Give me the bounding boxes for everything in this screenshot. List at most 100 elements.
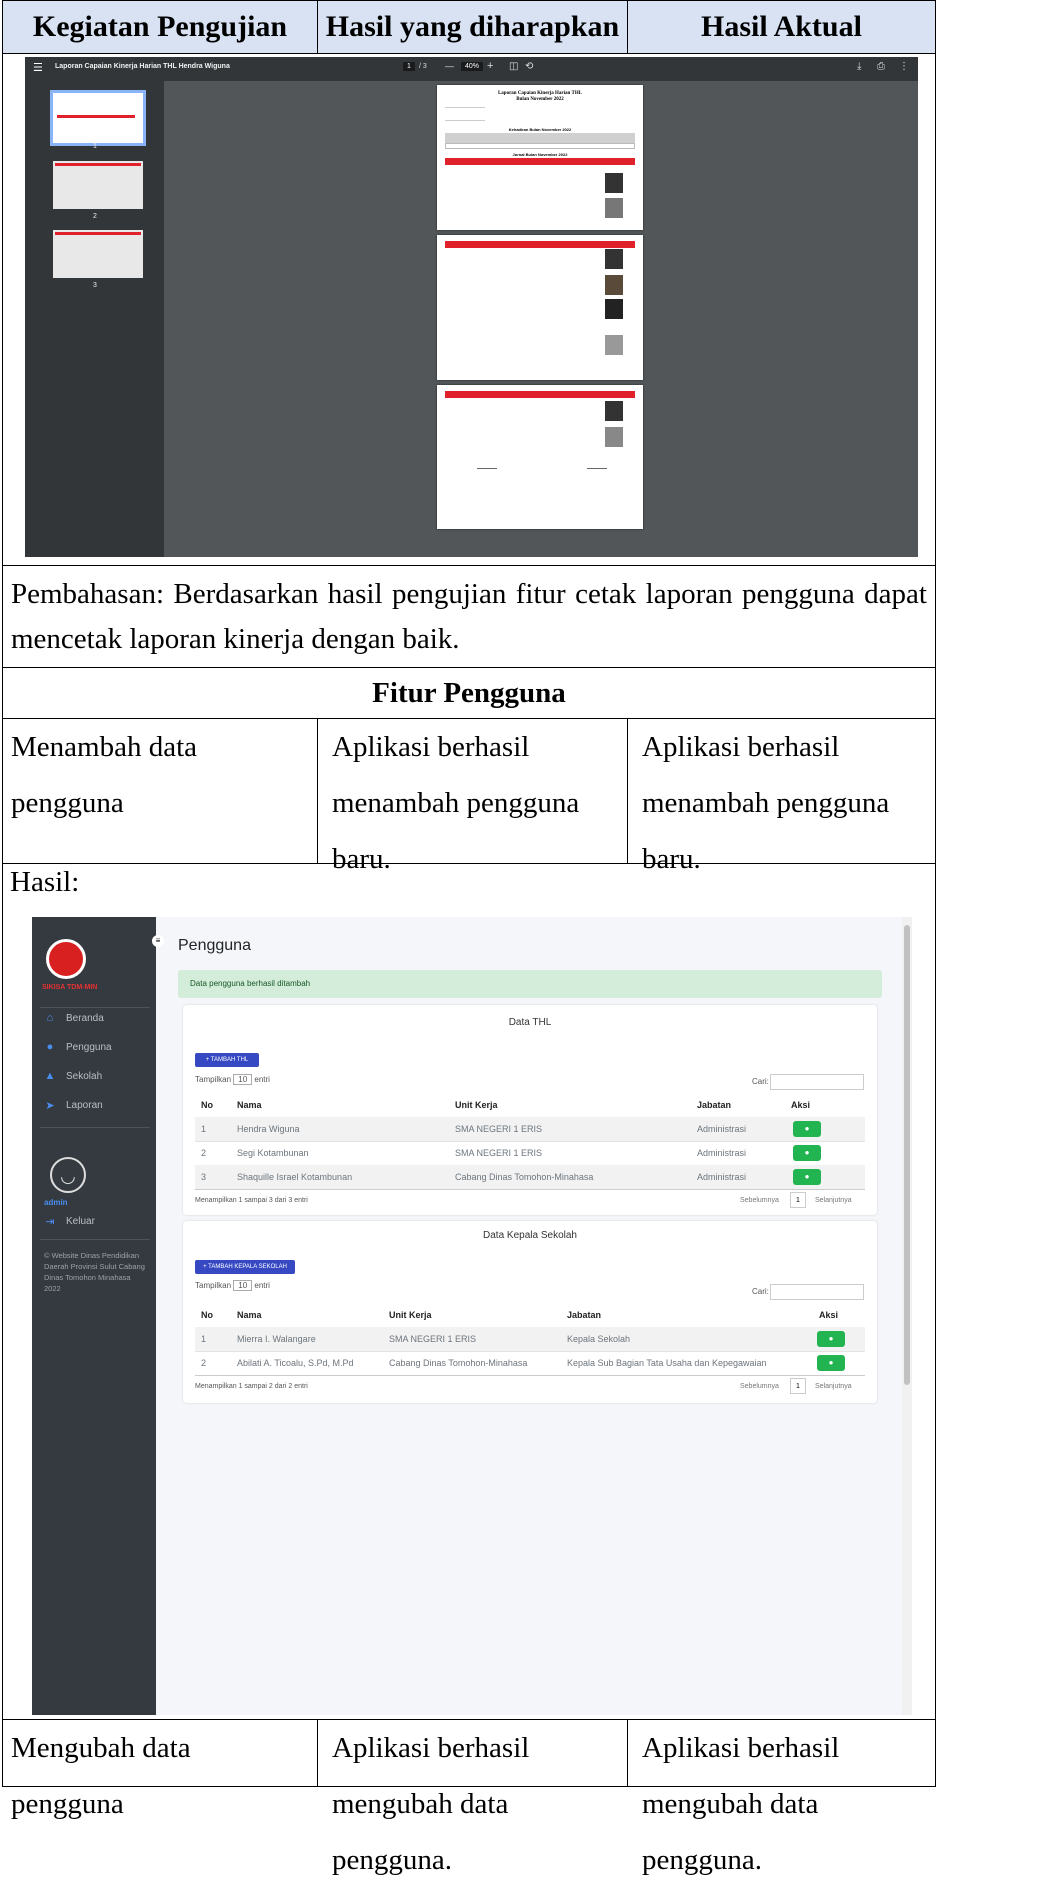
sidebar-item-laporan[interactable]: ➤ Laporan (44, 1099, 102, 1112)
sidebar-item-pengguna[interactable]: ● Pengguna (44, 1041, 112, 1053)
logout-icon: ⇥ (45, 1216, 55, 1228)
thumbnail-page-1[interactable] (50, 90, 146, 146)
kepsek-length-select[interactable]: 10 (233, 1280, 253, 1291)
attendance-header (445, 133, 635, 143)
add-thl-button[interactable]: + TAMBAH THL (195, 1053, 259, 1067)
thl-info: Menampilkan 1 sampai 3 dari 3 entri (195, 1197, 308, 1204)
sidebar-divider-2 (40, 1127, 150, 1128)
print-icon[interactable]: ⎙ (877, 61, 885, 72)
thl-search-label: Cari: (752, 1077, 769, 1086)
brand-logo (46, 939, 86, 979)
sidebar-label-sekolah: Sekolah (66, 1070, 103, 1082)
sidebar-item-sekolah[interactable]: ▲ Sekolah (44, 1070, 103, 1082)
thumbnail-page-3[interactable] (53, 230, 143, 278)
table-row: 3 Shaquille Israel Kotambunan Cabang Dinas… (195, 1165, 865, 1190)
view-eye-icon[interactable]: ● (817, 1355, 845, 1371)
attendance-row (445, 143, 635, 149)
zoom-input[interactable]: 40% (461, 62, 484, 71)
report-subtitle: Bulan November 2022 (516, 97, 564, 102)
thl-row3-nama: Shaquille Israel Kotambunan (237, 1172, 353, 1182)
schedule-heading: Jurnal Bulan November 2022 (512, 152, 568, 157)
kepsek-col-no: No (201, 1310, 213, 1320)
user-name: admin (44, 1198, 68, 1207)
kepsek-page-button[interactable]: 1 (790, 1378, 806, 1394)
view-eye-icon[interactable]: ● (793, 1145, 821, 1161)
thl-show-prefix: Tampilkan (195, 1075, 232, 1084)
thumbnail-page-2[interactable] (53, 161, 143, 209)
avatar-icon: ◡ (50, 1157, 86, 1193)
zoom-out-button[interactable]: — (445, 61, 454, 71)
scrollbar[interactable] (902, 917, 912, 1715)
thl-col-no: No (201, 1100, 213, 1110)
success-alert: Data pengguna berhasil ditambah (178, 970, 882, 998)
logout-link[interactable]: ⇥ Keluar (44, 1215, 95, 1228)
thl-prev-button[interactable]: Sebelumnya (740, 1197, 779, 1204)
view-eye-icon[interactable]: ● (793, 1169, 821, 1185)
photo-3 (605, 249, 623, 269)
table-row: 2 Abilati A. Ticoalu, S.Pd, M.Pd Cabang Di… (195, 1351, 865, 1376)
page-total: / 3 (419, 63, 427, 70)
thl-row1-nama: Hendra Wiguna (237, 1124, 300, 1134)
pdf-title: Laporan Capaian Kinerja Harian THL Hendr… (55, 63, 230, 70)
kepsek-row2-nama: Abilati A. Ticoalu, S.Pd, M.Pd (237, 1358, 354, 1368)
kepsek-search-input[interactable] (770, 1284, 864, 1300)
thl-row3-no: 3 (201, 1172, 207, 1182)
thl-length-select[interactable]: 10 (233, 1074, 253, 1085)
rotate-icon[interactable]: ⟲ (525, 61, 533, 72)
pdf-page-3 (437, 385, 643, 529)
thl-row2-unit: SMA NEGERI 1 ERIS (455, 1148, 543, 1158)
fit-page-icon[interactable]: ◫ (509, 61, 518, 72)
admin-app: SIKISA TDM-MIN ≡ ⌂ Beranda ● Pengguna ▲ Sek… (32, 917, 912, 1715)
download-icon[interactable]: ⤓ (857, 61, 861, 72)
photo-4 (605, 275, 623, 295)
edit-kegiatan: Mengubah data pengguna (2, 1719, 318, 1820)
kepsek-table-header[interactable]: No Nama Unit Kerja Jabatan Aksi (195, 1303, 865, 1328)
thl-row2-no: 2 (201, 1148, 207, 1158)
scrollbar-thumb[interactable] (904, 925, 910, 1385)
kepsek-col-jabatan: Jabatan (567, 1310, 602, 1320)
kepsek-col-nama: Nama (237, 1310, 262, 1320)
sidebar-toggle-icon[interactable]: ≡ (152, 935, 164, 947)
sidebar-item-beranda[interactable]: ⌂ Beranda (44, 1012, 104, 1024)
thl-length-label: Tampilkan 10 entri (195, 1074, 270, 1085)
thl-row1-no: 1 (201, 1124, 207, 1134)
zoom-in-button[interactable]: + (487, 60, 493, 72)
thl-row1-unit: SMA NEGERI 1 ERIS (455, 1124, 543, 1134)
thl-show-suffix: entri (254, 1075, 270, 1084)
kepsek-title: Data Kepala Sekolah (483, 1230, 577, 1241)
more-icon[interactable]: ⋮ (899, 61, 909, 72)
discussion-text: Pembahasan: Berdasarkan hasil pengujian … (11, 578, 927, 655)
kepsek-col-aksi: Aksi (819, 1310, 839, 1320)
pdf-page-1: Laporan Capaian Kinerja Harian THL Bulan… (437, 85, 643, 230)
page-number-input[interactable]: 1 (403, 62, 415, 71)
table-row: 1 Mierra I. Walangare SMA NEGERI 1 ERIS Kep… (195, 1327, 865, 1352)
kepsek-row1-unit: SMA NEGERI 1 ERIS (389, 1334, 477, 1344)
view-eye-icon[interactable]: ● (793, 1121, 821, 1137)
view-eye-icon[interactable]: ● (817, 1331, 845, 1347)
kepsek-row2-no: 2 (201, 1358, 207, 1368)
kepsek-show-suffix: entri (254, 1281, 270, 1290)
add-aktual: Aplikasi berhasil menambah pengguna baru… (627, 718, 936, 875)
add-kepsek-button[interactable]: + TAMBAH KEPALA SEKOLAH (195, 1260, 295, 1274)
menu-icon[interactable]: ☰ (33, 61, 43, 74)
kepsek-next-button[interactable]: Selanjutnya (815, 1383, 852, 1390)
edit-aktual: Aplikasi berhasil mengubah data pengguna… (627, 1719, 936, 1876)
kepsek-row1-jabatan: Kepala Sekolah (567, 1334, 631, 1344)
thl-page-button[interactable]: 1 (790, 1192, 806, 1208)
kepsek-row1-no: 1 (201, 1334, 207, 1344)
pdf-page-2 (437, 235, 643, 380)
add-kegiatan: Menambah data pengguna (2, 718, 318, 864)
thl-col-aksi: Aksi (791, 1100, 811, 1110)
thl-title: Data THL (508, 1017, 552, 1028)
photo-8 (605, 427, 623, 447)
kepsek-show-prefix: Tampilkan (195, 1281, 232, 1290)
signature-right (587, 457, 607, 469)
thl-next-button[interactable]: Selanjutnya (815, 1197, 852, 1204)
school-icon: ▲ (44, 1070, 56, 1082)
kepsek-prev-button[interactable]: Sebelumnya (740, 1383, 779, 1390)
thl-search-input[interactable] (770, 1074, 864, 1090)
thl-row3-unit: Cabang Dinas Tomohon-Minahasa (455, 1172, 594, 1182)
pdf-toolbar: ☰ Laporan Capaian Kinerja Harian THL Hen… (25, 57, 918, 81)
sidebar-label-beranda: Beranda (66, 1012, 104, 1024)
thl-table-header[interactable]: No Nama Unit Kerja Jabatan Aksi (195, 1093, 865, 1118)
